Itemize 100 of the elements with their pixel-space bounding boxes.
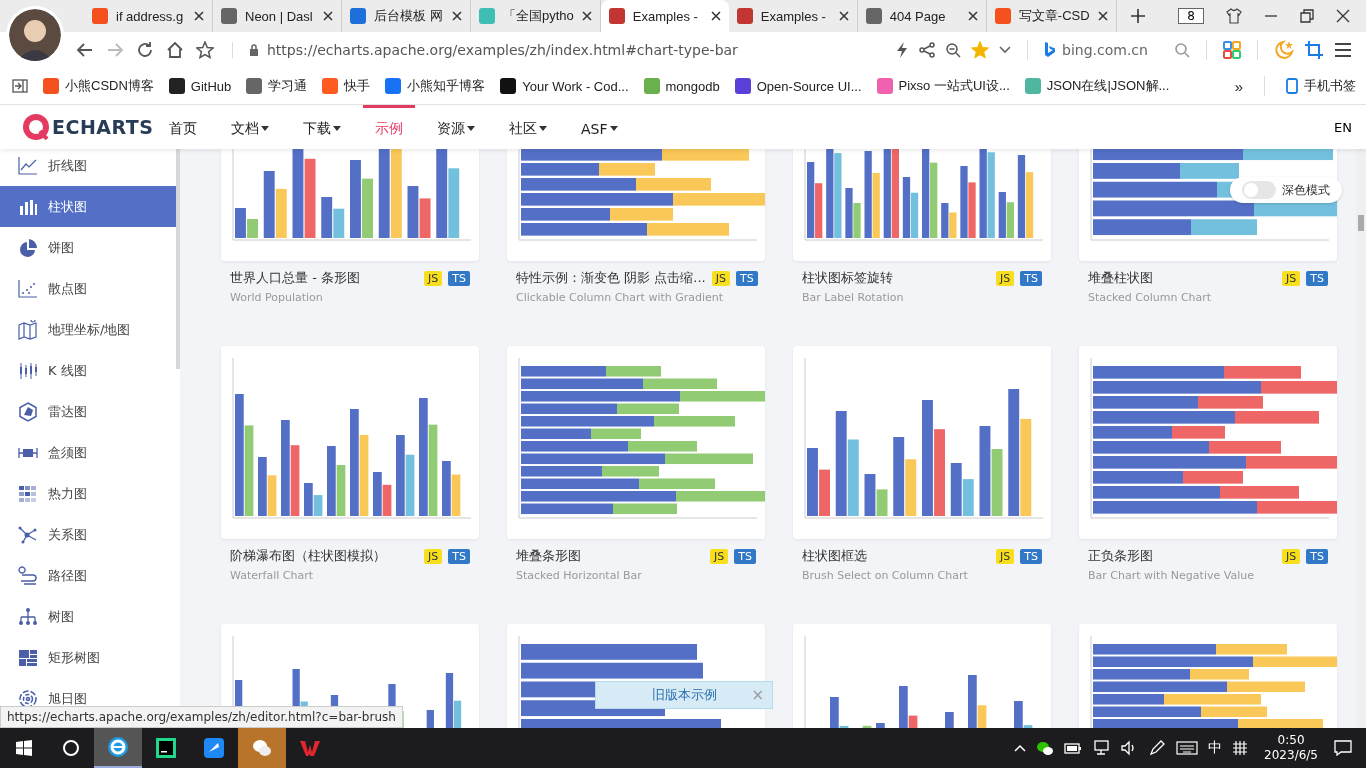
card-title[interactable]: 柱状图标签旋转	[802, 269, 991, 287]
language-tag[interactable]: JS	[1282, 270, 1301, 286]
sidebar-item[interactable]: 折线图	[0, 149, 176, 186]
language-tag[interactable]: JS	[424, 270, 443, 286]
language-tag[interactable]: JS	[710, 548, 729, 564]
mobile-bookmarks-link[interactable]: 手机书签	[1286, 77, 1356, 95]
scrollbar-thumb[interactable]	[1358, 215, 1364, 231]
browser-tab[interactable]: 写文章-CSD	[986, 0, 1117, 32]
language-tag[interactable]: TS	[1306, 548, 1328, 564]
browser-tab[interactable]: 「全国pytho	[471, 0, 601, 32]
caret-icon[interactable]	[467, 126, 475, 131]
close-icon[interactable]	[967, 11, 978, 21]
language-tag[interactable]: TS	[1020, 548, 1042, 564]
browser-tab[interactable]: Neon | Dasl	[213, 0, 342, 32]
chat-icon[interactable]	[1036, 740, 1055, 756]
back-icon[interactable]	[76, 41, 94, 59]
search-icon[interactable]	[62, 739, 80, 757]
bookmark-link[interactable]: Open-Source UI...	[734, 78, 862, 94]
close-icon[interactable]	[194, 11, 204, 21]
bookmark-link[interactable]: Pixso 一站式UI设...	[876, 77, 1010, 95]
close-icon[interactable]	[710, 11, 721, 21]
more-bookmarks-button[interactable]: »	[1234, 77, 1243, 95]
caret-icon[interactable]	[333, 126, 341, 131]
card-title[interactable]: 正负条形图	[1088, 547, 1277, 565]
sidebar-item[interactable]: 地理坐标/地图	[0, 309, 176, 350]
bookmark-link[interactable]: 小熊CSDN博客	[43, 77, 154, 95]
close-icon[interactable]	[452, 11, 462, 21]
close-icon[interactable]	[1336, 9, 1350, 23]
notification-icon[interactable]	[1334, 740, 1352, 756]
card-title[interactable]: 世界人口总量 - 条形图	[230, 269, 419, 287]
nav-link[interactable]: 文档	[219, 105, 281, 149]
old-version-toast[interactable]: 旧版本示例 ×	[595, 681, 773, 709]
language-tag[interactable]: TS	[1020, 270, 1042, 286]
card-title[interactable]: 阶梯瀑布图（柱状图模拟）	[230, 547, 419, 565]
input-method-indicator[interactable]: 中	[1208, 739, 1223, 757]
card-title[interactable]: 特性示例：渐变色 阴影 点击缩...	[516, 269, 706, 287]
sidebar-item[interactable]: 路径图	[0, 555, 176, 596]
sidebar-item[interactable]: 树图	[0, 596, 176, 637]
language-tag[interactable]: TS	[735, 270, 758, 286]
reload-icon[interactable]	[136, 41, 154, 59]
keyboard-icon[interactable]	[1176, 741, 1199, 755]
sidebar-item[interactable]: 饼图	[0, 227, 176, 268]
sidebar-item[interactable]: 散点图	[0, 268, 176, 309]
sidebar-item[interactable]: 热力图	[0, 473, 176, 514]
sidebar-item[interactable]: 矩形树图	[0, 637, 176, 678]
close-icon[interactable]	[838, 11, 849, 21]
zoom-out-icon[interactable]	[945, 42, 961, 58]
sidebar-toggle-icon[interactable]	[12, 79, 28, 93]
bookmark-link[interactable]: 快手	[322, 77, 371, 95]
bookmark-link[interactable]: JSON在线|JSON解...	[1024, 77, 1170, 95]
address-field[interactable]: https://echarts.apache.org/examples/zh/index.html#chart-type-bar	[232, 42, 738, 58]
browser-app-icon[interactable]	[94, 728, 142, 768]
bookmark-link[interactable]: Your Work - Cod...	[500, 78, 629, 94]
language-tag[interactable]: JS	[711, 270, 730, 286]
toggle-switch[interactable]	[1242, 181, 1276, 199]
battery-icon[interactable]	[1064, 741, 1083, 755]
close-icon[interactable]	[581, 11, 592, 21]
sidebar-item[interactable]: K 线图	[0, 350, 176, 391]
bookmark-star-icon[interactable]	[971, 41, 989, 59]
sidebar-item[interactable]: 关系图	[0, 514, 176, 555]
bookmark-link[interactable]: mongodb	[643, 78, 720, 94]
apps-icon[interactable]	[1223, 41, 1241, 59]
logo-text[interactable]: ECHARTS	[52, 116, 154, 138]
language-tag[interactable]: JS	[1282, 548, 1301, 564]
bookmark-link[interactable]: 小熊知乎博客	[385, 77, 486, 95]
browser-tab[interactable]: 404 Page	[857, 0, 987, 32]
pen-icon[interactable]	[1148, 740, 1167, 756]
star-icon[interactable]	[196, 41, 214, 59]
tab-count[interactable]: 8	[1178, 8, 1204, 24]
language-tag[interactable]: TS	[734, 548, 756, 564]
nav-link[interactable]: 下载	[291, 105, 353, 149]
browser-tab[interactable]: Examples -	[600, 0, 729, 32]
card-title[interactable]: 堆叠柱状图	[1088, 269, 1277, 287]
search-engine-field[interactable]: bing.com.cn	[1044, 42, 1164, 58]
ime-grid-icon[interactable]	[1232, 740, 1249, 756]
network-icon[interactable]	[1092, 740, 1111, 756]
sidebar-item[interactable]: 盒须图	[0, 432, 176, 473]
banner-link[interactable]: 旧版本示例	[651, 686, 717, 704]
language-tag[interactable]: TS	[448, 270, 470, 286]
windows-start-icon[interactable]	[16, 740, 32, 756]
close-icon[interactable]	[1097, 11, 1108, 21]
language-tag[interactable]: TS	[1306, 270, 1328, 286]
bookmark-link[interactable]: 学习通	[246, 77, 308, 95]
browser-tab[interactable]: if address.g	[84, 0, 213, 32]
nav-link[interactable]: 资源	[425, 105, 487, 149]
card-title[interactable]: 柱状图框选	[802, 547, 991, 565]
sidebar-item[interactable]: 雷达图	[0, 391, 176, 432]
nav-link[interactable]: ASF	[569, 105, 630, 149]
card-title[interactable]: 堆叠条形图	[516, 547, 705, 565]
crop-icon[interactable]	[1304, 40, 1324, 60]
shirt-icon[interactable]	[1226, 8, 1242, 24]
language-tag[interactable]: TS	[448, 548, 470, 564]
language-tag[interactable]: JS	[996, 548, 1015, 564]
close-icon[interactable]	[323, 11, 333, 21]
echarts-logo-icon[interactable]	[22, 113, 50, 141]
browser-tab[interactable]: Examples -	[728, 0, 858, 32]
language-link[interactable]: EN	[1334, 119, 1352, 135]
share-icon[interactable]	[919, 42, 935, 58]
lightning-icon[interactable]	[895, 42, 909, 58]
nav-link[interactable]: 首页	[157, 105, 209, 149]
